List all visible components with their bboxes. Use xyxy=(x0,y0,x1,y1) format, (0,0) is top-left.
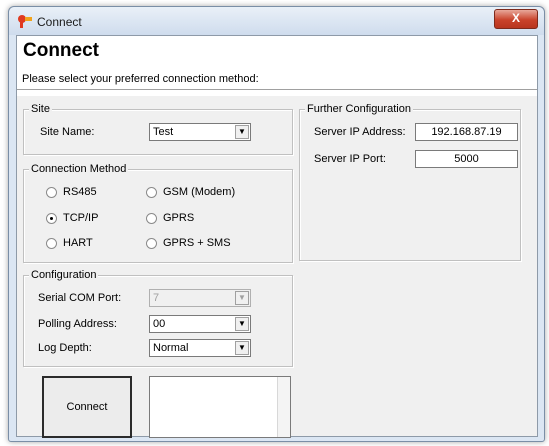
chevron-down-icon[interactable]: ▼ xyxy=(235,291,249,305)
radio-button-icon[interactable] xyxy=(146,186,157,198)
radio-tcp-ip[interactable]: TCP/IP xyxy=(46,212,98,224)
further-configuration-label: Further Configuration xyxy=(305,103,413,115)
serial-com-dropdown[interactable]: 7 ▼ xyxy=(149,289,251,307)
server-ip-label: Server IP Address: xyxy=(314,126,406,138)
chevron-down-icon[interactable]: ▼ xyxy=(235,341,249,355)
radio-button-icon[interactable] xyxy=(146,212,157,224)
polling-address-dropdown[interactable]: 00 ▼ xyxy=(149,315,251,333)
radio-gsm-modem[interactable]: GSM (Modem) xyxy=(146,186,235,198)
server-ip-input[interactable]: 192.168.87.19 xyxy=(415,123,518,141)
polling-address-label: Polling Address: xyxy=(38,318,117,330)
log-scrollbar[interactable] xyxy=(277,377,290,437)
serial-com-label: Serial COM Port: xyxy=(38,292,122,304)
server-port-value: 5000 xyxy=(454,153,479,165)
radio-button-icon[interactable] xyxy=(46,237,57,249)
chevron-down-icon[interactable]: ▼ xyxy=(235,317,249,331)
site-name-label: Site Name: xyxy=(40,126,95,138)
radio-rs485[interactable]: RS485 xyxy=(46,186,97,198)
serial-com-value: 7 xyxy=(153,292,160,304)
connect-window: Connect X Connect Please select your pre… xyxy=(8,6,545,442)
header-divider xyxy=(17,89,537,91)
dialog-body: Connect Please select your preferred con… xyxy=(16,35,538,438)
radio-button-icon[interactable] xyxy=(46,186,57,198)
radio-gprs-sms[interactable]: GPRS + SMS xyxy=(146,237,231,249)
radio-gprs[interactable]: GPRS xyxy=(146,212,194,224)
log-depth-value: Normal xyxy=(153,342,189,354)
site-name-dropdown[interactable]: Test ▼ xyxy=(149,123,251,141)
server-port-label: Server IP Port: xyxy=(314,153,386,165)
configuration-label: Configuration xyxy=(29,269,99,281)
close-button[interactable]: X xyxy=(494,9,538,29)
page-subtitle: Please select your preferred connection … xyxy=(22,73,259,85)
log-depth-label: Log Depth: xyxy=(38,342,92,354)
window-title: Connect xyxy=(37,15,82,29)
connect-plug-icon xyxy=(18,15,32,28)
site-group-label: Site xyxy=(29,103,52,115)
polling-address-value: 00 xyxy=(153,318,166,330)
log-depth-dropdown[interactable]: Normal ▼ xyxy=(149,339,251,357)
close-icon: X xyxy=(511,11,520,25)
site-name-value: Test xyxy=(153,126,174,138)
connection-method-group: Connection Method RS485 GSM (Modem) TCP/… xyxy=(23,163,293,263)
configuration-group: Configuration Serial COM Port: 7 ▼ Polli… xyxy=(23,269,293,367)
server-ip-value: 192.168.87.19 xyxy=(431,126,502,138)
site-group: Site Site Name: Test ▼ xyxy=(23,103,293,155)
connect-button[interactable]: Connect xyxy=(42,376,132,438)
title-bar[interactable]: Connect X xyxy=(9,7,544,35)
further-configuration-group: Further Configuration Server IP Address:… xyxy=(299,103,521,261)
server-port-input[interactable]: 5000 xyxy=(415,150,518,168)
chevron-down-icon[interactable]: ▼ xyxy=(235,125,249,139)
radio-button-icon[interactable] xyxy=(46,212,57,224)
header-area: Connect Please select your preferred con… xyxy=(17,36,537,96)
radio-hart[interactable]: HART xyxy=(46,237,93,249)
status-log-textarea[interactable] xyxy=(149,376,291,438)
radio-button-icon[interactable] xyxy=(146,237,157,249)
page-title: Connect xyxy=(23,40,99,61)
connection-method-label: Connection Method xyxy=(29,163,129,175)
